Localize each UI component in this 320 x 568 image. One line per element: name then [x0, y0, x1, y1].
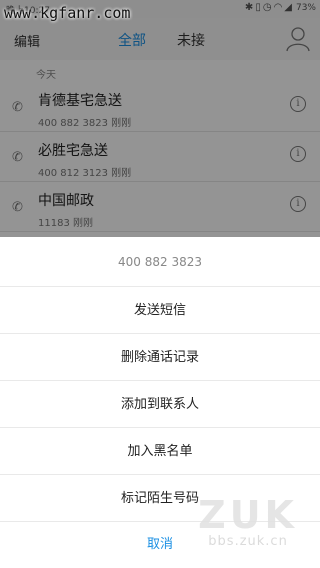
cancel-button[interactable]: 取消: [0, 522, 320, 568]
watermark-text: www.kgfanr.com: [4, 4, 131, 22]
add-to-blacklist-button[interactable]: 加入黑名单: [0, 428, 320, 475]
action-sheet: 400 882 3823 发送短信 删除通话记录 添加到联系人 加入黑名单 标记…: [0, 237, 320, 568]
send-sms-button[interactable]: 发送短信: [0, 287, 320, 334]
action-sheet-title: 400 882 3823: [0, 237, 320, 287]
add-to-contacts-button[interactable]: 添加到联系人: [0, 381, 320, 428]
mark-stranger-button[interactable]: 标记陌生号码: [0, 475, 320, 522]
delete-call-log-button[interactable]: 删除通话记录: [0, 334, 320, 381]
